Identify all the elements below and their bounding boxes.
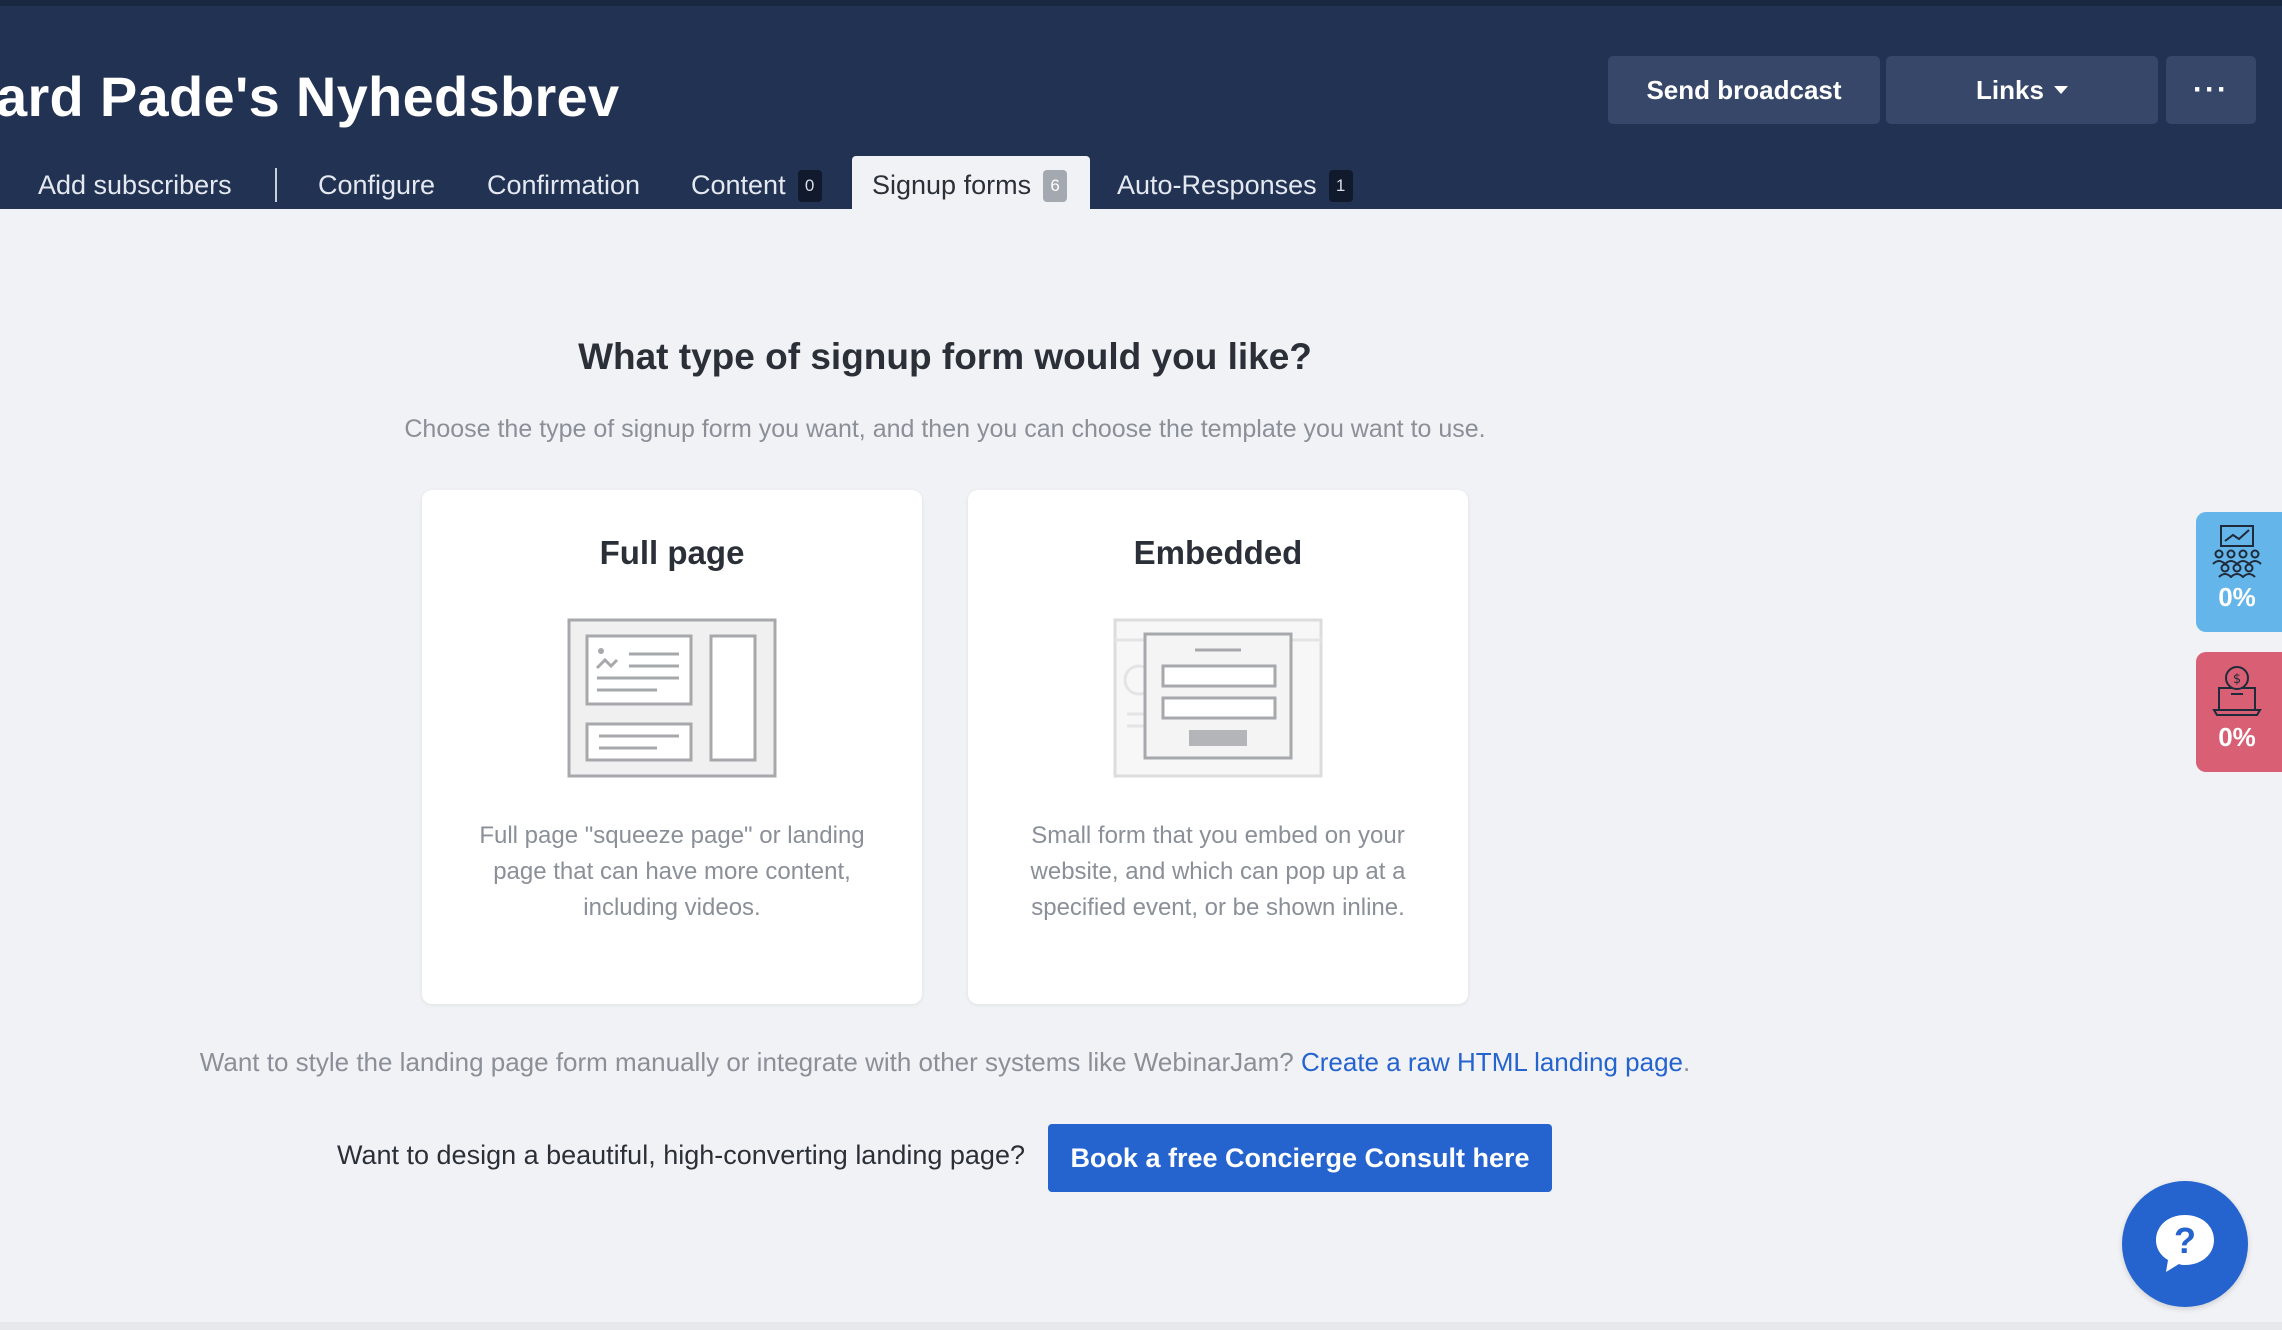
full-page-layout-icon [567,618,777,778]
send-broadcast-button[interactable]: Send broadcast [1608,56,1880,124]
svg-text:$: $ [2233,672,2241,687]
tab-add-subscribers[interactable]: Add subscribers [38,156,232,215]
help-glyph: ? [2174,1220,2196,1261]
auto-responses-count-badge: 1 [1328,169,1353,202]
tab-auto-responses[interactable]: Auto-Responses 1 [1117,156,1353,215]
card-title: Embedded [1133,534,1303,571]
list-tabs: Add subscribers Configure Confirmation C… [0,156,1400,215]
consult-prompt: Want to design a beautiful, high-convert… [337,1140,1025,1170]
top-header: ard Pade's Nyhedsbrev Send broadcast Lin… [0,0,2282,215]
embedded-form-icon [1113,618,1323,778]
raw-html-text: Want to style the landing page form manu… [199,1047,1301,1077]
book-concierge-consult-button[interactable]: Book a free Concierge Consult here [1048,1124,1552,1192]
card-description: Full page "squeeze page" or landing page… [479,822,865,921]
tab-label: Content [691,170,786,200]
revenue-widget[interactable]: $ 0% [2196,652,2282,772]
tab-label: Configure [318,170,436,200]
content-count-badge: 0 [797,169,822,202]
links-dropdown-button[interactable]: Links [1886,56,2158,124]
page-bottom-edge [0,1322,2282,1330]
tab-content[interactable]: Content 0 [691,156,822,215]
help-chat-button[interactable]: ? [2122,1181,2248,1307]
consult-button-label: Book a free Concierge Consult here [1070,1142,1530,1173]
audience-growth-value: 0% [2218,582,2256,612]
links-label: Links [1976,74,2044,105]
audience-growth-widget[interactable]: 0% [2196,512,2282,632]
send-broadcast-label: Send broadcast [1646,74,1842,105]
revenue-laptop-icon: $ [2212,666,2262,716]
tab-signup-forms[interactable]: Signup forms 6 [852,156,1090,215]
tab-label: Auto-Responses [1117,170,1317,200]
tab-divider [275,168,277,202]
card-description: Small form that you embed on your websit… [1030,822,1406,921]
raw-html-landing-page-link[interactable]: Create a raw HTML landing page [1301,1047,1683,1077]
embedded-option-card[interactable]: Embedded Small form that you embed on yo… [968,490,1468,1004]
tab-label: Confirmation [487,170,641,200]
tab-confirmation[interactable]: Confirmation [487,156,640,215]
revenue-value: 0% [2218,722,2256,752]
caret-down-icon [2053,86,2068,94]
full-page-option-card[interactable]: Full page Full page "squeeze page" or la… [422,490,922,1004]
raw-html-suffix: . [1682,1047,1691,1077]
more-icon: ··· [2193,73,2229,106]
card-title: Full page [599,534,745,571]
help-chat-icon: ? [2156,1215,2214,1272]
page-heading: What type of signup form would you like? [578,336,1312,377]
tab-label: Signup forms [872,170,1032,200]
audience-growth-icon [2212,525,2262,578]
page-subheading: Choose the type of signup form you want,… [404,415,1486,443]
more-options-button[interactable]: ··· [2166,56,2256,124]
list-title: ard Pade's Nyhedsbrev [0,65,620,128]
signup-forms-count-badge: 6 [1043,169,1068,202]
tab-label: Add subscribers [38,170,232,200]
raw-html-prompt: Want to style the landing page form manu… [0,1047,1890,1078]
tab-configure[interactable]: Configure [318,156,435,215]
